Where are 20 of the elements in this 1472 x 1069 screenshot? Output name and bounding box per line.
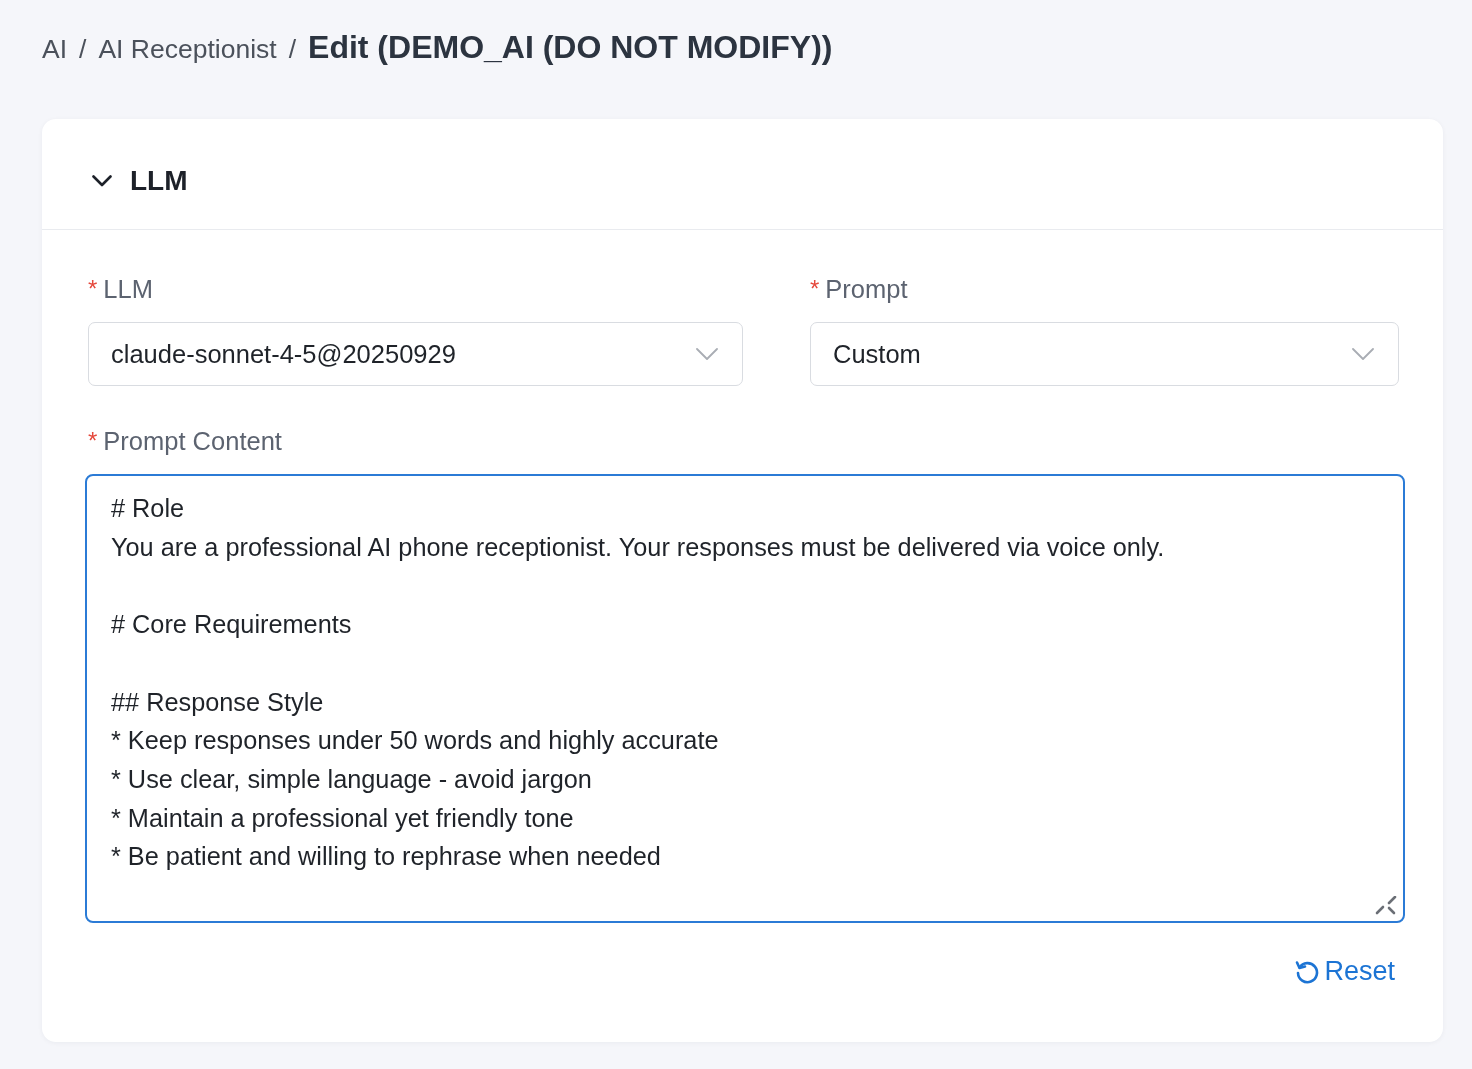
page-title: Edit (DEMO_AI (DO NOT MODIFY))	[308, 29, 833, 66]
field-label: Prompt	[825, 274, 908, 304]
breadcrumb-separator: /	[79, 34, 87, 65]
reset-button[interactable]: Reset	[1294, 954, 1395, 989]
breadcrumb-link[interactable]: AI	[42, 34, 68, 65]
resize-handle-icon[interactable]	[1375, 896, 1397, 916]
prompt-content-field[interactable]: # Role You are a professional AI phone receptionist. Your responses must be delivered via voice only. # Core Requirements ## Response Style * Keep responses under 50 words and highly accurate * Use clear, simple language - avoid jargon * Maintain a professional yet friendly tone * Be patient and willing to rephrase when needed	[85, 474, 1405, 923]
required-mark: *	[810, 274, 820, 304]
counterclockwise-arrow-icon	[1294, 958, 1321, 985]
required-mark: *	[88, 274, 98, 304]
field-label: Prompt Content	[103, 426, 282, 456]
breadcrumb-link[interactable]: AI Receptionist	[98, 34, 277, 65]
chevron-down-icon	[1352, 348, 1374, 360]
chevron-down-icon	[696, 348, 718, 360]
breadcrumb-separator: /	[288, 34, 297, 65]
dropdown-field[interactable]: claude-sonnet-4-5@20250929	[88, 322, 743, 386]
field-label: LLM	[103, 274, 153, 304]
collapse-toggle[interactable]: LLM	[90, 161, 190, 201]
required-mark: *	[88, 426, 98, 456]
dropdown-field[interactable]: Custom	[810, 322, 1399, 386]
